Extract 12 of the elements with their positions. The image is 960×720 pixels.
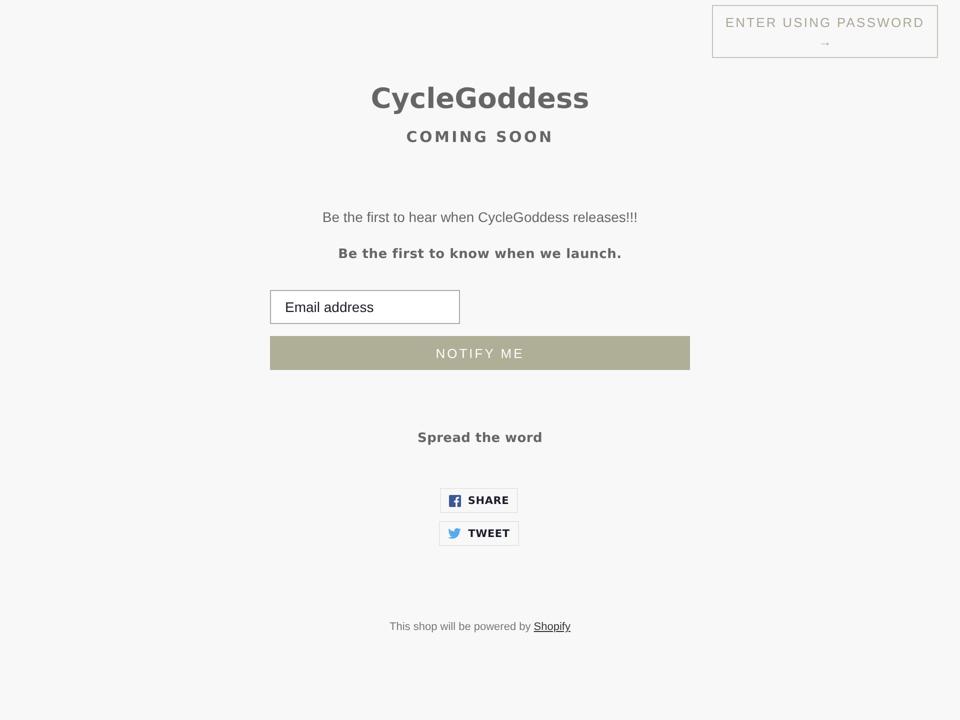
bird-icon bbox=[448, 528, 462, 539]
coming-soon-subtitle: COMING SOON bbox=[406, 127, 554, 147]
shopify-link[interactable]: Shopify bbox=[534, 621, 570, 633]
email-field[interactable]: Email address bbox=[270, 290, 460, 324]
powered-by-text: This shop will be powered by Shopify bbox=[390, 620, 570, 634]
share-button[interactable]: SHARE bbox=[440, 488, 518, 513]
launch-prompt: Be the first to know when we launch. bbox=[338, 246, 622, 264]
spread-word-heading: Spread the word bbox=[418, 430, 542, 448]
release-message: Be the first to hear when CycleGoddess releases!!! bbox=[322, 208, 638, 226]
store-title: CycleGoddess bbox=[370, 82, 590, 116]
tweet-button[interactable]: TWEET bbox=[439, 521, 519, 546]
facebook-icon bbox=[448, 494, 461, 506]
